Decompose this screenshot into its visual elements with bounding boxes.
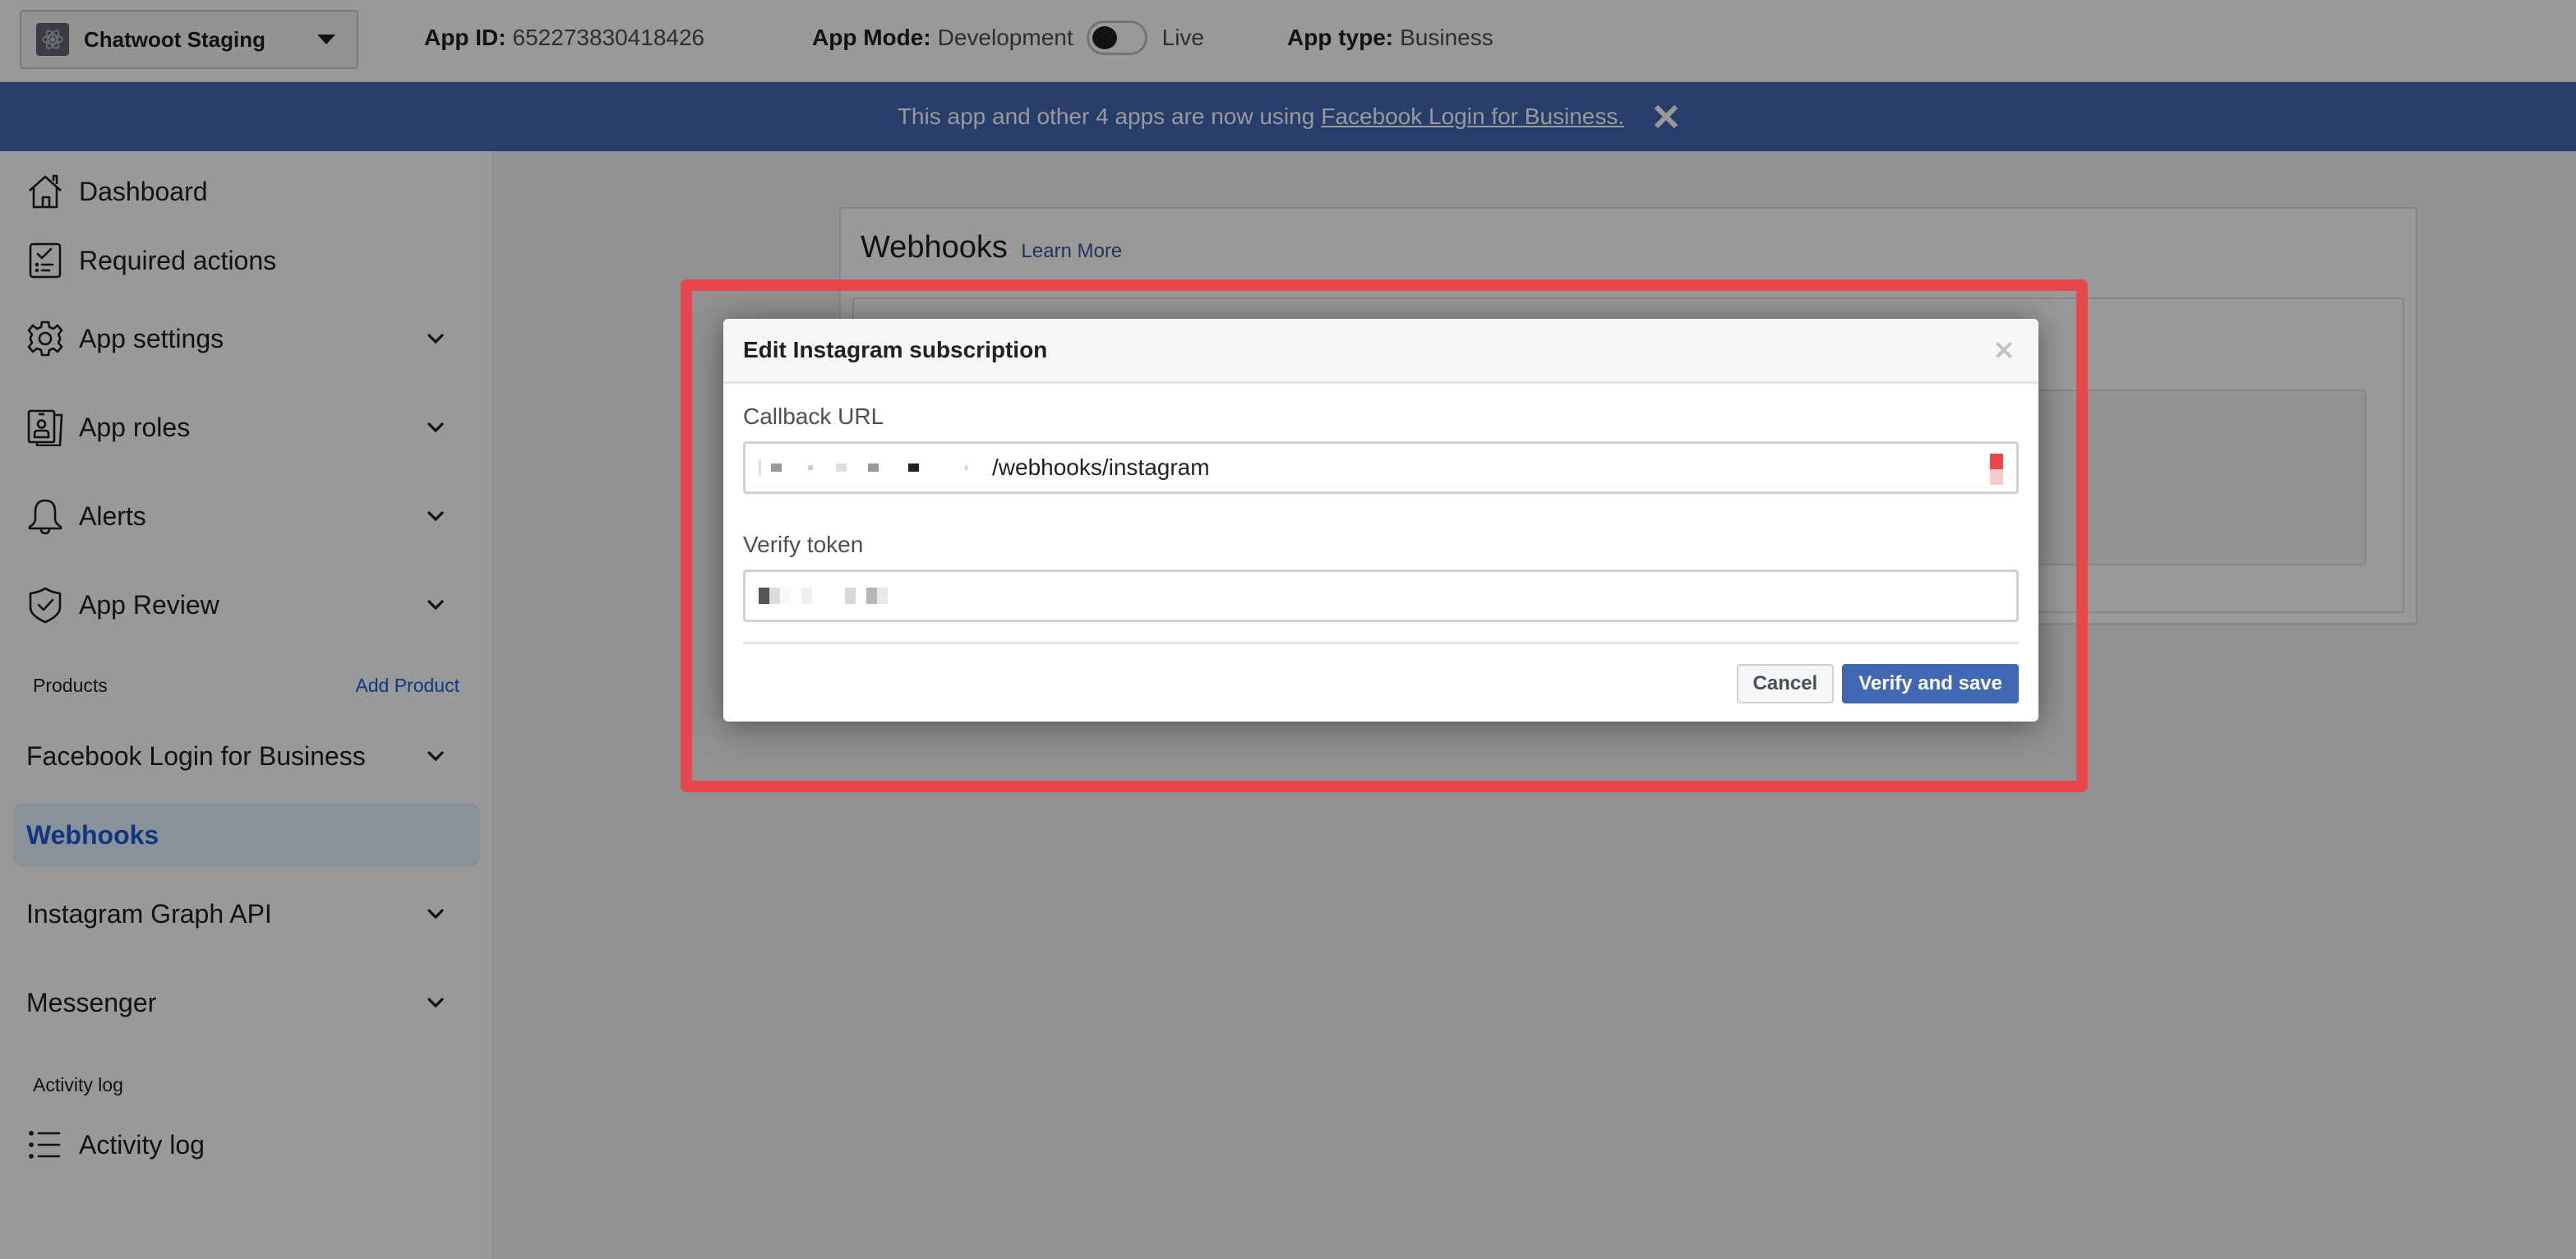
modal-body: Callback URL /webhooks/instagram Verify … (723, 384, 2038, 622)
verify-token-label: Verify token (743, 532, 864, 557)
password-manager-icon[interactable] (1990, 454, 2003, 485)
close-icon[interactable] (1996, 342, 2012, 358)
redacted-verify-token (759, 588, 888, 604)
callback-url-input[interactable]: /webhooks/instagram (743, 441, 2019, 494)
verify-token-input[interactable] (743, 570, 2019, 622)
callback-url-value: /webhooks/instagram (992, 454, 1210, 480)
verify-and-save-button[interactable]: Verify and save (1842, 664, 2019, 703)
redacted-url-prefix (759, 459, 979, 476)
edit-instagram-subscription-dialog: Edit Instagram subscription Callback URL (723, 319, 2038, 722)
modal-footer: Cancel Verify and save (723, 644, 2038, 722)
modal-title: Edit Instagram subscription (743, 337, 1048, 362)
modal-header: Edit Instagram subscription (723, 319, 2038, 384)
cancel-button[interactable]: Cancel (1736, 664, 1835, 703)
callback-url-label: Callback URL (743, 404, 884, 429)
